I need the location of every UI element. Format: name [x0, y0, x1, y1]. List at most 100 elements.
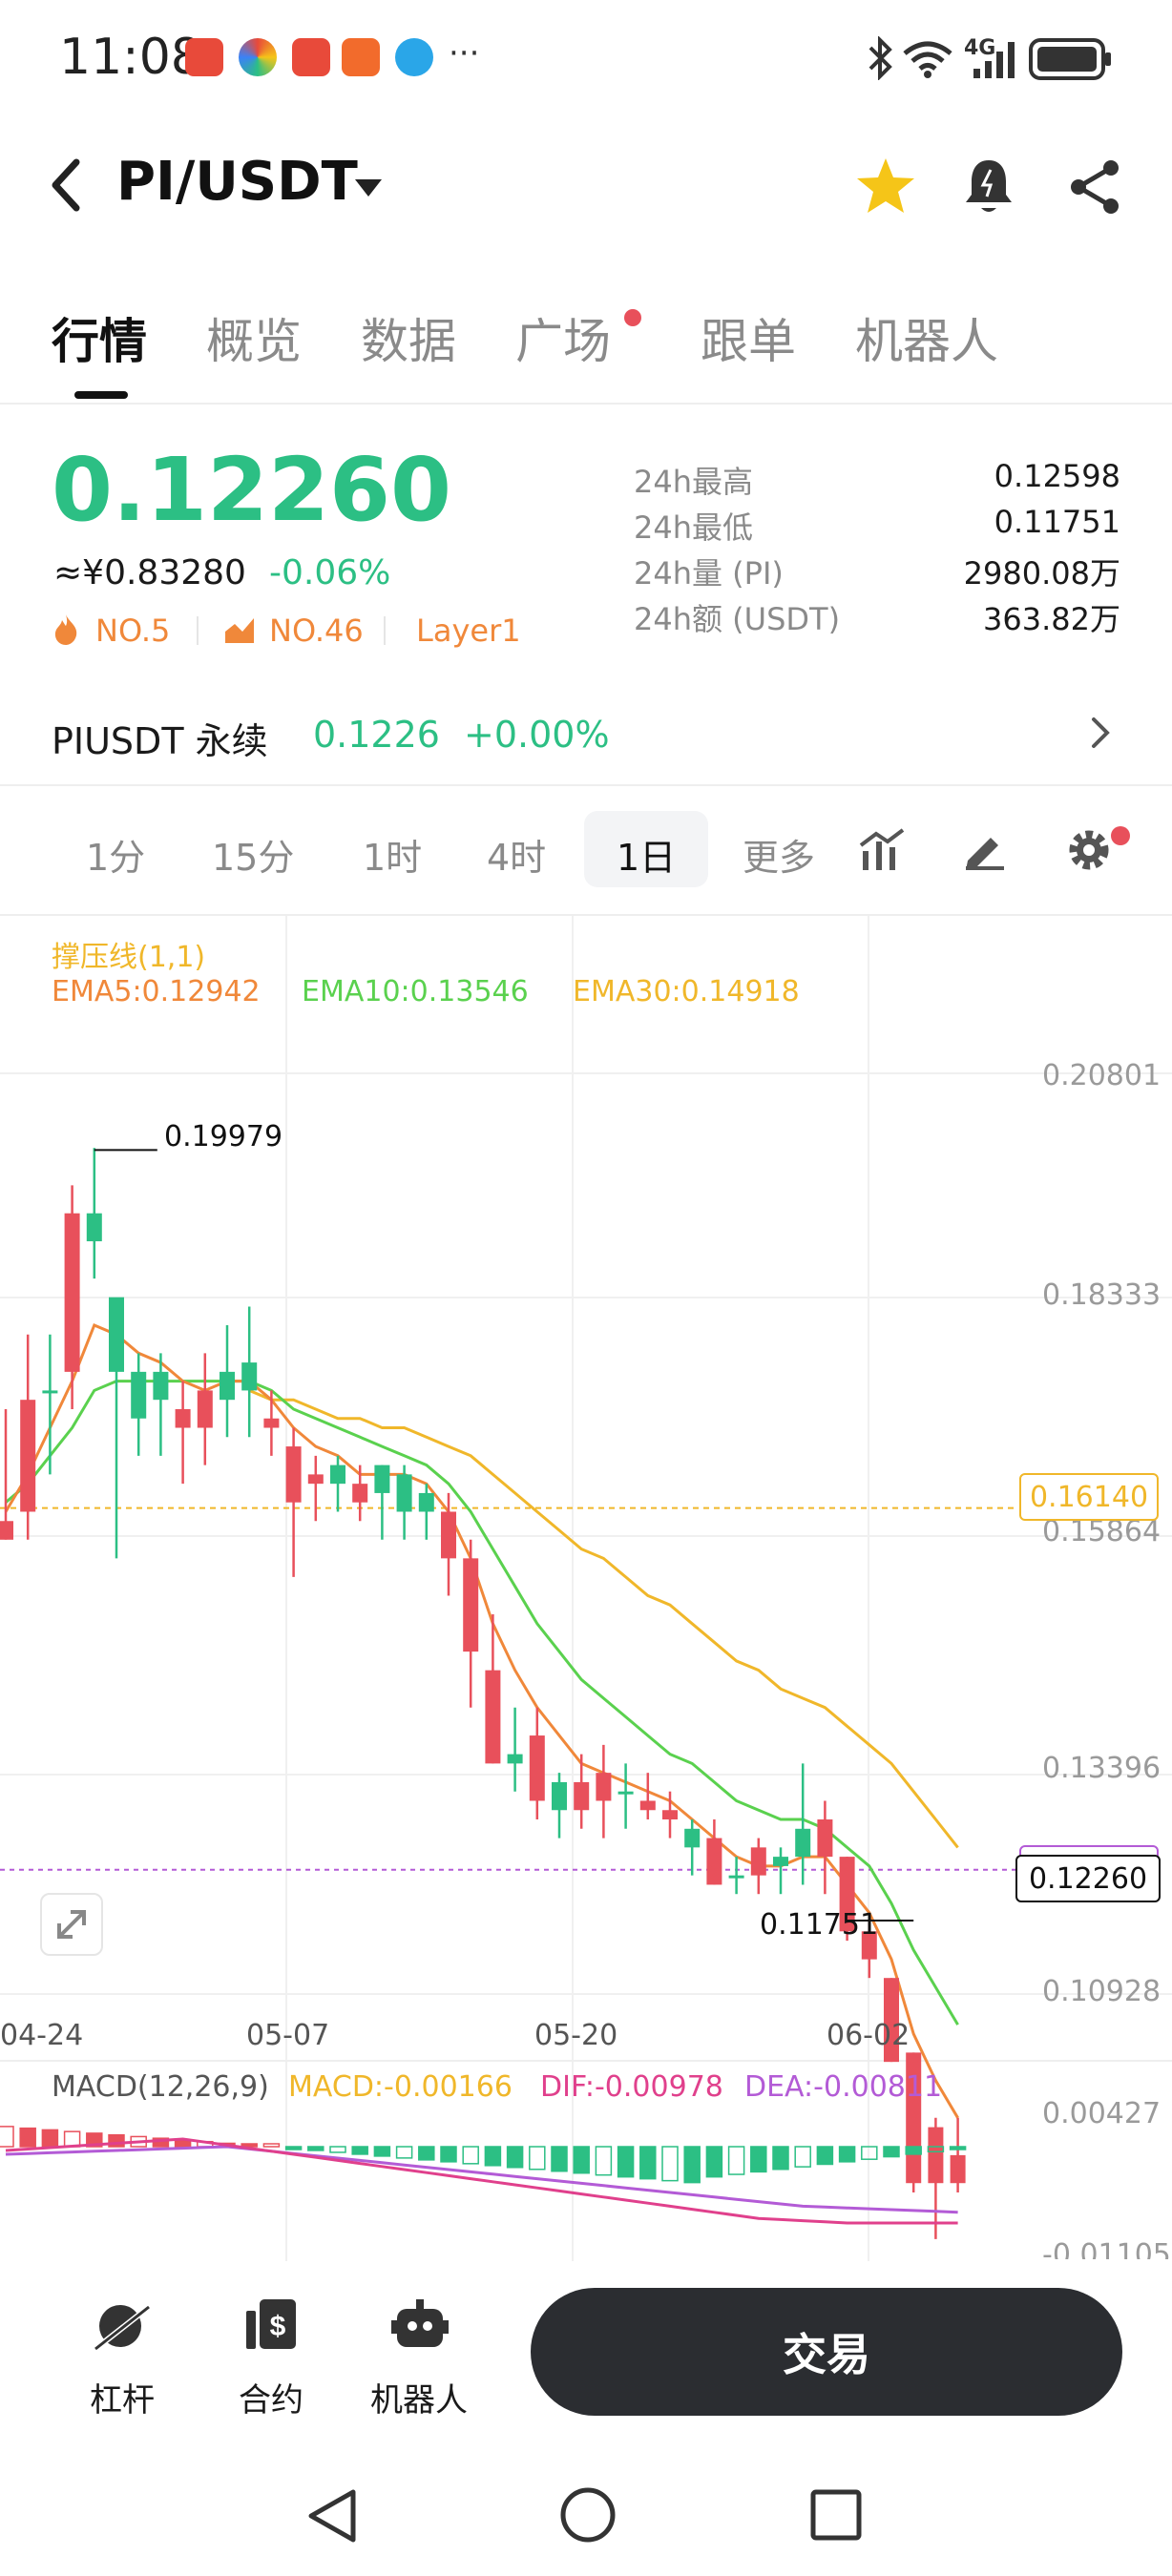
battery-icon [1029, 38, 1111, 80]
macd-bar [351, 2146, 368, 2155]
macd-bar [949, 2146, 967, 2150]
candle-body [928, 2127, 944, 2184]
candle-body [706, 1838, 722, 1885]
price-change: -0.06% [269, 553, 391, 592]
stat-value: 2980.08万 [963, 555, 1120, 592]
hot-rank-badge[interactable]: NO.5 [95, 613, 170, 649]
stat-label: 24h最高 [634, 464, 754, 500]
macd-bar [727, 2146, 745, 2175]
macd-bar [905, 2146, 922, 2155]
macd-bar [418, 2146, 435, 2161]
dif-value: DIF:-0.00978 [540, 2070, 723, 2104]
candle-body [773, 1857, 788, 1866]
ema30-label: EMA30:0.14918 [573, 975, 800, 1008]
candle-body [307, 1474, 324, 1485]
macd-bar [838, 2146, 856, 2163]
dea-value: DEA:-0.00811 [744, 2070, 943, 2104]
tab-data[interactable]: 数据 [361, 303, 456, 372]
stat-value: 0.11751 [994, 504, 1120, 540]
status-time: 11:08 [59, 29, 202, 86]
candle-body [352, 1484, 368, 1503]
support-line-label[interactable]: 0.16140 [1019, 1473, 1159, 1521]
candle-body [485, 1670, 501, 1764]
badge-divider [197, 616, 199, 645]
pair-title[interactable]: PI/USDT [116, 151, 358, 213]
interval-4h[interactable]: 4时 [487, 828, 546, 881]
tab-copy-trading[interactable]: 跟单 [701, 303, 796, 372]
sector-tag[interactable]: Layer1 [416, 613, 521, 649]
interval-1h[interactable]: 1时 [363, 828, 422, 881]
tab-square[interactable]: 广场 [515, 303, 611, 372]
y-tick-label: 0.20801 [1042, 1059, 1162, 1092]
trade-button[interactable]: 交易 [531, 2288, 1122, 2416]
macd-bar [529, 2146, 546, 2171]
macd-bar [462, 2146, 479, 2165]
wifi-icon [903, 41, 952, 78]
macd-bar [883, 2146, 900, 2158]
draw-icon[interactable] [962, 828, 1008, 872]
fire-icon [54, 614, 77, 645]
app-icon-orange [342, 38, 380, 76]
settings-icon[interactable] [1065, 826, 1113, 874]
interval-15m[interactable]: 15分 [212, 828, 294, 881]
candle-body [795, 1828, 811, 1858]
interval-1m[interactable]: 1分 [86, 828, 145, 881]
support-resistance-label: 撑压线(1,1) [52, 941, 206, 974]
candle-body [109, 1297, 124, 1372]
svg-text:$: $ [270, 2311, 286, 2342]
macd-bar [484, 2146, 502, 2167]
x-tick-label: 05-07 [246, 2019, 330, 2052]
dif-line [5, 2137, 958, 2225]
macd-bar [284, 2146, 303, 2150]
interval-1d[interactable]: 1日 [617, 828, 676, 881]
candle-body [153, 1371, 169, 1401]
tab-robot[interactable]: 机器人 [855, 303, 998, 372]
chevron-right-icon[interactable] [1090, 716, 1111, 750]
stat-value: 0.12598 [994, 458, 1120, 494]
nav-recents-icon[interactable] [809, 2488, 863, 2542]
candle-body [684, 1828, 701, 1848]
candle-body [418, 1492, 434, 1512]
interval-more[interactable]: 更多 [743, 828, 815, 881]
dropdown-icon[interactable] [353, 177, 384, 198]
tab-overview[interactable]: 概览 [206, 303, 302, 372]
alert-bell-icon[interactable] [962, 156, 1015, 218]
macd-bar [0, 2126, 14, 2148]
tab-market[interactable]: 行情 [52, 303, 147, 372]
fullscreen-button[interactable] [40, 1893, 103, 1956]
macd-bar [661, 2146, 679, 2182]
current-price-value: 0.12260 [1028, 1861, 1148, 1896]
candle-body [285, 1446, 302, 1503]
macd-y-tick-label: 0.00427 [1042, 2097, 1162, 2130]
gain-rank-badge[interactable]: NO.46 [269, 613, 364, 649]
star-icon[interactable] [855, 156, 916, 216]
nav-robot-label[interactable]: 机器人 [370, 2374, 468, 2420]
macd-bar [373, 2146, 391, 2157]
status-bar: 11:08 ··· 4G [0, 0, 1172, 114]
candle-body [396, 1474, 412, 1512]
macd-bar [551, 2146, 568, 2172]
candle-body [552, 1781, 567, 1811]
nav-contract-label[interactable]: 合约 [239, 2374, 303, 2420]
more-notifications-indicator: ··· [449, 34, 480, 73]
macd-bar [639, 2146, 657, 2180]
macd-bar [63, 2130, 81, 2148]
nav-back-icon[interactable] [303, 2486, 366, 2545]
leverage-icon[interactable] [92, 2297, 155, 2355]
back-icon[interactable] [48, 153, 86, 218]
expand-icon [57, 1910, 86, 1939]
nav-leverage-label[interactable]: 杠杆 [90, 2374, 155, 2420]
candle-body [175, 1408, 191, 1428]
robot-icon[interactable] [391, 2297, 449, 2355]
candle-body [42, 1390, 58, 1394]
share-icon[interactable] [1067, 158, 1122, 216]
indicator-icon[interactable] [859, 828, 905, 872]
tab-active-indicator [74, 391, 128, 399]
candle-body [131, 1371, 147, 1419]
y-tick-label: 0.18333 [1042, 1278, 1162, 1312]
contract-icon[interactable]: $ [244, 2297, 298, 2355]
candlestick-chart[interactable] [0, 916, 1172, 2261]
stat-label: 24h额 (USDT) [634, 601, 841, 637]
app-icon-blue [395, 38, 433, 76]
nav-home-icon[interactable] [557, 2484, 618, 2545]
